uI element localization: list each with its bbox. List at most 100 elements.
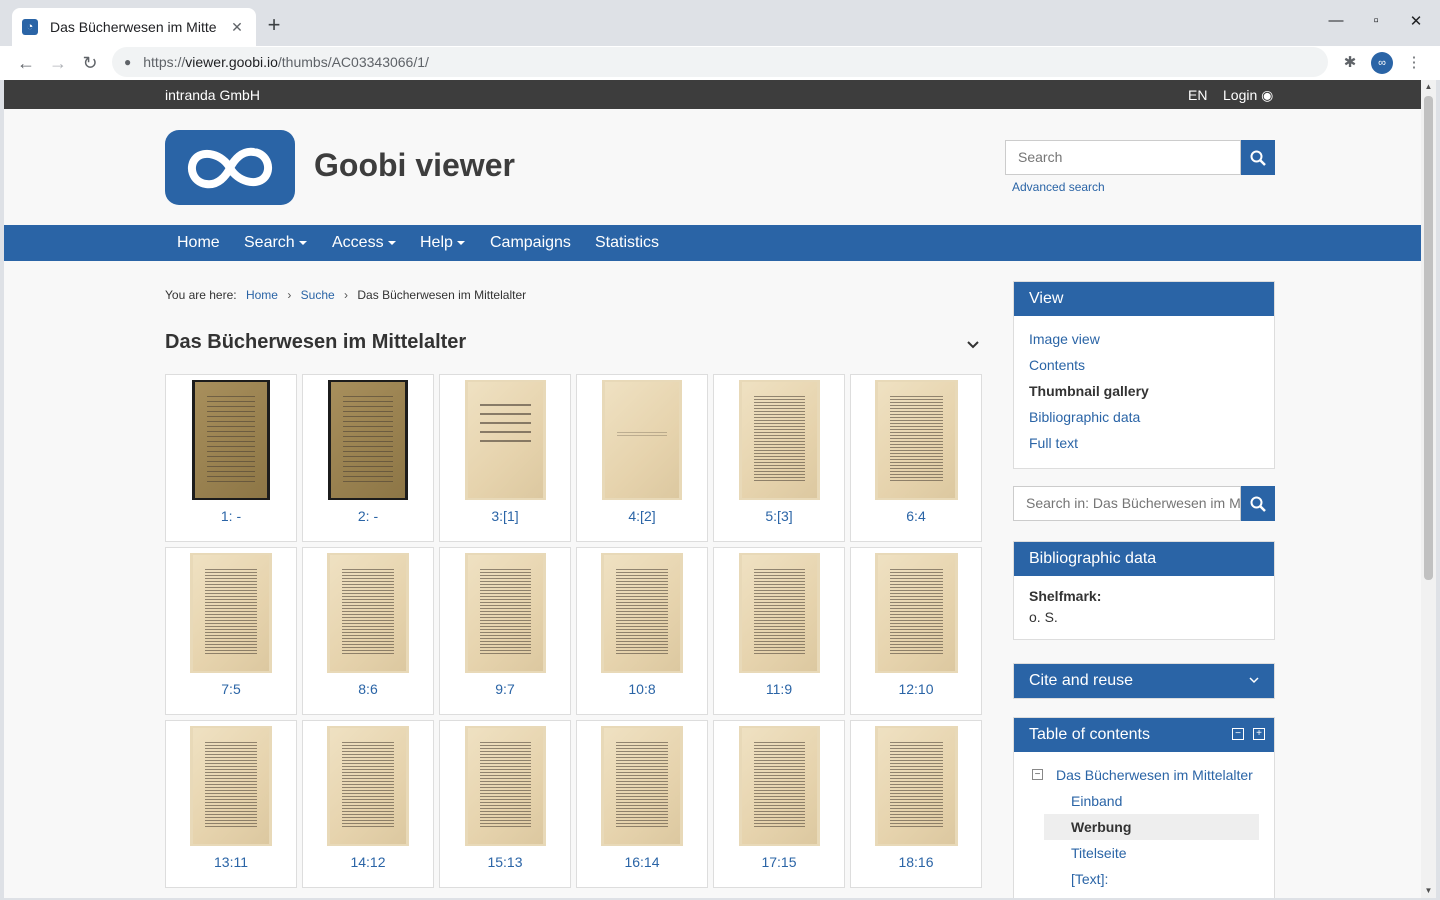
address-bar[interactable]: ● https://viewer.goobi.io/thumbs/AC03343… (112, 47, 1328, 77)
thumbnail-cell[interactable]: 18:16 (850, 720, 982, 888)
nav-campaigns[interactable]: Campaigns (490, 234, 571, 252)
page-thumbnail-image[interactable] (739, 553, 820, 673)
reload-icon[interactable]: ↻ (77, 50, 103, 76)
view-link-fulltext[interactable]: Full text (1029, 430, 1259, 456)
thumbnail-label[interactable]: 1: - (166, 508, 296, 524)
thumbnail-cell[interactable]: 5:[3] (713, 374, 845, 542)
chevron-down-icon[interactable] (967, 336, 979, 352)
expand-all-icon[interactable]: + (1253, 728, 1265, 740)
thumbnail-label[interactable]: 13:11 (166, 854, 296, 870)
scrollbar-thumb[interactable] (1424, 96, 1433, 580)
page-thumbnail-image[interactable] (739, 380, 820, 500)
search-in-record-input[interactable]: Search in: Das Bücherwesen im Mittelalte… (1013, 486, 1241, 521)
view-link-image[interactable]: Image view (1029, 326, 1259, 352)
thumbnail-cell[interactable]: 2: - (302, 374, 434, 542)
page-thumbnail-image[interactable] (190, 726, 272, 846)
profile-avatar[interactable]: ∞ (1371, 52, 1393, 74)
site-info-icon[interactable]: ● (124, 55, 131, 69)
page-thumbnail-image[interactable] (875, 380, 958, 500)
page-thumbnail-image[interactable] (327, 553, 409, 673)
language-switch[interactable]: EN (1188, 87, 1207, 103)
thumbnail-label[interactable]: 4:[2] (577, 508, 707, 524)
nav-access[interactable]: Access (332, 234, 396, 252)
nav-search[interactable]: Search (244, 234, 307, 252)
scroll-up-icon[interactable]: ▲ (1421, 80, 1436, 94)
cite-reuse-title[interactable]: Cite and reuse (1014, 664, 1274, 698)
new-tab-icon[interactable]: + (264, 14, 284, 36)
thumbnail-cell[interactable]: 9:7 (439, 547, 571, 715)
thumbnail-label[interactable]: 3:[1] (440, 508, 570, 524)
toc-item[interactable]: Einband (1029, 788, 1259, 814)
cite-reuse-widget[interactable]: Cite and reuse (1013, 663, 1275, 699)
view-link-bibliographic[interactable]: Bibliographic data (1029, 404, 1259, 430)
thumbnail-label[interactable]: 8:6 (303, 681, 433, 697)
thumbnail-label[interactable]: 9:7 (440, 681, 570, 697)
scroll-down-icon[interactable]: ▼ (1421, 884, 1436, 898)
page-thumbnail-image[interactable] (465, 380, 546, 500)
page-thumbnail-image[interactable] (875, 553, 958, 673)
thumbnail-label[interactable]: 18:16 (851, 854, 981, 870)
thumbnail-label[interactable]: 5:[3] (714, 508, 844, 524)
maximize-icon[interactable]: ▫ (1366, 12, 1386, 29)
thumbnail-cell[interactable]: 12:10 (850, 547, 982, 715)
collapse-icon[interactable]: − (1032, 769, 1043, 780)
search-input[interactable]: Search (1005, 140, 1241, 175)
site-title[interactable]: Goobi viewer (314, 147, 515, 184)
thumbnail-label[interactable]: 10:8 (577, 681, 707, 697)
thumbnail-label[interactable]: 16:14 (577, 854, 707, 870)
page-thumbnail-image[interactable] (327, 726, 409, 846)
thumbnail-cell[interactable]: 15:13 (439, 720, 571, 888)
thumbnail-label[interactable]: 15:13 (440, 854, 570, 870)
window-close-icon[interactable]: ✕ (1406, 12, 1426, 30)
breadcrumb-search[interactable]: Suche (301, 288, 335, 302)
page-thumbnail-image[interactable] (465, 726, 546, 846)
forward-arrow-icon[interactable]: → (45, 50, 71, 76)
breadcrumb-home[interactable]: Home (246, 288, 278, 302)
thumbnail-cell[interactable]: 14:12 (302, 720, 434, 888)
page-thumbnail-image[interactable] (465, 553, 546, 673)
search-button[interactable] (1241, 140, 1275, 175)
thumbnail-cell[interactable]: 8:6 (302, 547, 434, 715)
nav-help[interactable]: Help (420, 234, 465, 252)
thumbnail-cell[interactable]: 7:5 (165, 547, 297, 715)
thumbnail-label[interactable]: 7:5 (166, 681, 296, 697)
toc-item-root[interactable]: − Das Bücherwesen im Mittelalter (1029, 762, 1259, 788)
thumbnail-cell[interactable]: 6:4 (850, 374, 982, 542)
toc-item[interactable]: [Text]: (1029, 866, 1259, 892)
close-tab-icon[interactable]: ✕ (228, 19, 246, 36)
login-link[interactable]: Login ◉ (1223, 87, 1273, 104)
advanced-search-link[interactable]: Advanced search (1012, 180, 1105, 194)
thumbnail-label[interactable]: 2: - (303, 508, 433, 524)
collapse-all-icon[interactable]: − (1232, 728, 1244, 740)
nav-home[interactable]: Home (177, 234, 220, 252)
thumbnail-label[interactable]: 14:12 (303, 854, 433, 870)
page-thumbnail-image[interactable] (875, 726, 958, 846)
thumbnail-label[interactable]: 6:4 (851, 508, 981, 524)
vertical-scrollbar[interactable]: ▲ ▼ (1421, 80, 1436, 898)
view-link-contents[interactable]: Contents (1029, 352, 1259, 378)
thumbnail-cell[interactable]: 10:8 (576, 547, 708, 715)
thumbnail-cell[interactable]: 16:14 (576, 720, 708, 888)
back-arrow-icon[interactable]: ← (13, 50, 39, 76)
page-thumbnail-image[interactable] (328, 380, 408, 500)
thumbnail-cell[interactable]: 17:15 (713, 720, 845, 888)
extensions-puzzle-icon[interactable]: ✱ (1339, 52, 1361, 74)
search-in-record-button[interactable] (1241, 486, 1275, 521)
thumbnail-label[interactable]: 17:15 (714, 854, 844, 870)
page-thumbnail-image[interactable] (602, 380, 682, 500)
thumbnail-cell[interactable]: 1: - (165, 374, 297, 542)
thumbnail-cell[interactable]: 11:9 (713, 547, 845, 715)
page-thumbnail-image[interactable] (739, 726, 820, 846)
minimize-icon[interactable]: — (1326, 12, 1346, 29)
thumbnail-cell[interactable]: 4:[2] (576, 374, 708, 542)
thumbnail-cell[interactable]: 3:[1] (439, 374, 571, 542)
toc-item[interactable]: Titelseite (1029, 840, 1259, 866)
page-thumbnail-image[interactable] (601, 726, 683, 846)
page-thumbnail-image[interactable] (190, 553, 272, 673)
page-thumbnail-image[interactable] (192, 380, 270, 500)
thumbnail-cell[interactable]: 13:11 (165, 720, 297, 888)
page-thumbnail-image[interactable] (601, 553, 683, 673)
browser-tab[interactable]: ◔ Das Bücherwesen im Mitte ✕ (12, 8, 256, 46)
thumbnail-label[interactable]: 12:10 (851, 681, 981, 697)
nav-statistics[interactable]: Statistics (595, 234, 659, 252)
